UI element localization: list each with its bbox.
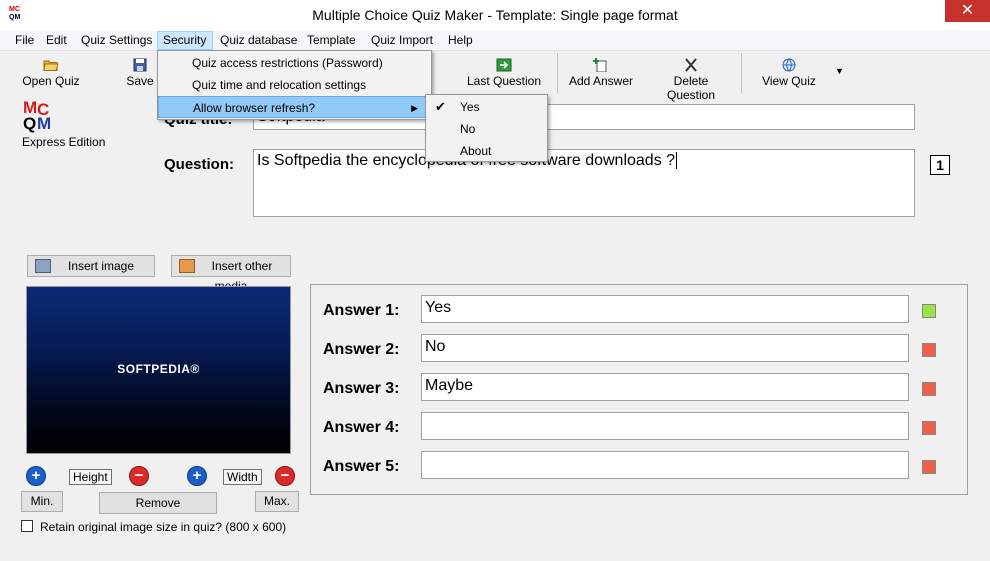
mcqm-logo: M C Q M [23,98,52,133]
answer-1-label: Answer 1: [323,302,400,319]
answer-3-status-icon[interactable] [922,382,936,396]
question-label: Question: [164,156,234,173]
answer-5-status-icon[interactable] [922,460,936,474]
delete-question-button[interactable]: Delete Question [649,58,733,102]
browser-refresh-label: Allow browser refresh? [193,101,316,115]
retain-size-label: Retain original image size in quiz? (800… [40,520,287,534]
insert-other-media-button[interactable]: Insert other media [171,255,291,293]
question-field[interactable]: Is Softpedia the encyclopedia of free so… [253,149,915,217]
answer-1-field[interactable]: Yes [421,295,909,323]
view-quiz-button[interactable]: View Quiz [760,58,818,88]
media-icon [179,259,195,273]
menu-security[interactable]: Security [157,31,213,50]
save-button[interactable]: Save [124,58,156,88]
question-number: 1 [930,155,950,175]
submenu-item-yes[interactable]: ✔ Yes [426,96,545,118]
height-label: Height [69,469,112,485]
text-caret [676,152,678,169]
close-button[interactable]: ✕ [945,0,990,22]
preview-brand-text: SOFTPEDIA® [117,362,200,376]
insert-image-label: Insert image [67,259,135,273]
title-bar: MC QM Multiple Choice Quiz Maker - Templa… [0,0,990,31]
submenu-item-no[interactable]: No [426,118,545,140]
browser-refresh-submenu: ✔ Yes No About [425,94,548,162]
image-preview: SOFTPEDIA® [26,286,291,454]
remove-button[interactable]: Remove [99,492,217,514]
add-document-icon [593,58,607,72]
delete-x-icon [685,58,697,72]
last-arrow-icon [496,58,512,72]
toolbar-separator-2 [741,53,742,93]
answer-4-label: Answer 4: [323,419,400,436]
security-menu: Quiz access restrictions (Password) Quiz… [157,50,432,120]
width-label: Width [223,469,262,485]
answer-3-label: Answer 3: [323,380,400,397]
menu-template[interactable]: Template [302,31,361,50]
menu-item-browser-refresh[interactable]: Allow browser refresh? ▶ [158,96,429,118]
menu-help[interactable]: Help [443,31,478,50]
folder-open-icon [43,60,59,71]
submenu-item-about[interactable]: About [426,140,545,162]
retain-size-checkbox[interactable] [21,520,33,532]
delete-question-label: Delete Question [666,74,716,102]
width-increase-icon[interactable]: + [187,466,207,486]
open-quiz-label: Open Quiz [22,74,80,88]
last-question-button[interactable]: Last Question [466,58,542,88]
checkmark-icon: ✔ [435,99,446,114]
answer-2-field[interactable]: No [421,334,909,362]
menu-quiz-import[interactable]: Quiz Import [366,31,438,50]
menu-item-time-relocation[interactable]: Quiz time and relocation settings [158,74,429,96]
min-button[interactable]: Min. [21,491,63,512]
toolbar-overflow-arrow-icon[interactable]: ▼ [835,66,844,76]
answer-5-field[interactable] [421,451,909,479]
menu-quiz-settings[interactable]: Quiz Settings [76,31,157,50]
save-label: Save [126,74,154,88]
open-quiz-button[interactable]: Open Quiz [22,58,80,88]
submenu-arrow-icon: ▶ [411,103,418,113]
menu-bar: File Edit Quiz Settings Security Quiz da… [0,31,990,51]
view-quiz-label: View Quiz [762,74,816,88]
width-decrease-icon[interactable]: − [275,466,295,486]
view-globe-icon [782,58,796,72]
answer-4-field[interactable] [421,412,909,440]
answer-2-status-icon[interactable] [922,343,936,357]
camera-icon [35,259,51,273]
add-answer-label: Add Answer [568,74,634,88]
height-decrease-icon[interactable]: − [129,466,149,486]
last-question-label: Last Question [466,74,542,88]
answer-1-status-icon[interactable] [922,304,936,318]
answer-2-label: Answer 2: [323,341,400,358]
answer-5-label: Answer 5: [323,458,400,475]
answer-4-status-icon[interactable] [922,421,936,435]
max-button[interactable]: Max. [255,491,299,512]
menu-quiz-database[interactable]: Quiz database [215,31,302,50]
edition-label: Express Edition [22,135,106,149]
menu-file[interactable]: File [10,31,39,50]
submenu-yes-label: Yes [460,100,480,114]
answer-3-field[interactable]: Maybe [421,373,909,401]
height-increase-icon[interactable]: + [26,466,46,486]
add-answer-button[interactable]: Add Answer [568,58,634,88]
insert-image-button[interactable]: Insert image [27,255,155,277]
toolbar-separator [557,53,558,93]
menu-item-password[interactable]: Quiz access restrictions (Password) [158,52,429,74]
menu-edit[interactable]: Edit [41,31,72,50]
window-title: Multiple Choice Quiz Maker - Template: S… [312,7,678,23]
answers-panel: Answer 1: Yes Answer 2: No Answer 3: May… [310,284,968,495]
floppy-disk-icon [133,58,147,72]
